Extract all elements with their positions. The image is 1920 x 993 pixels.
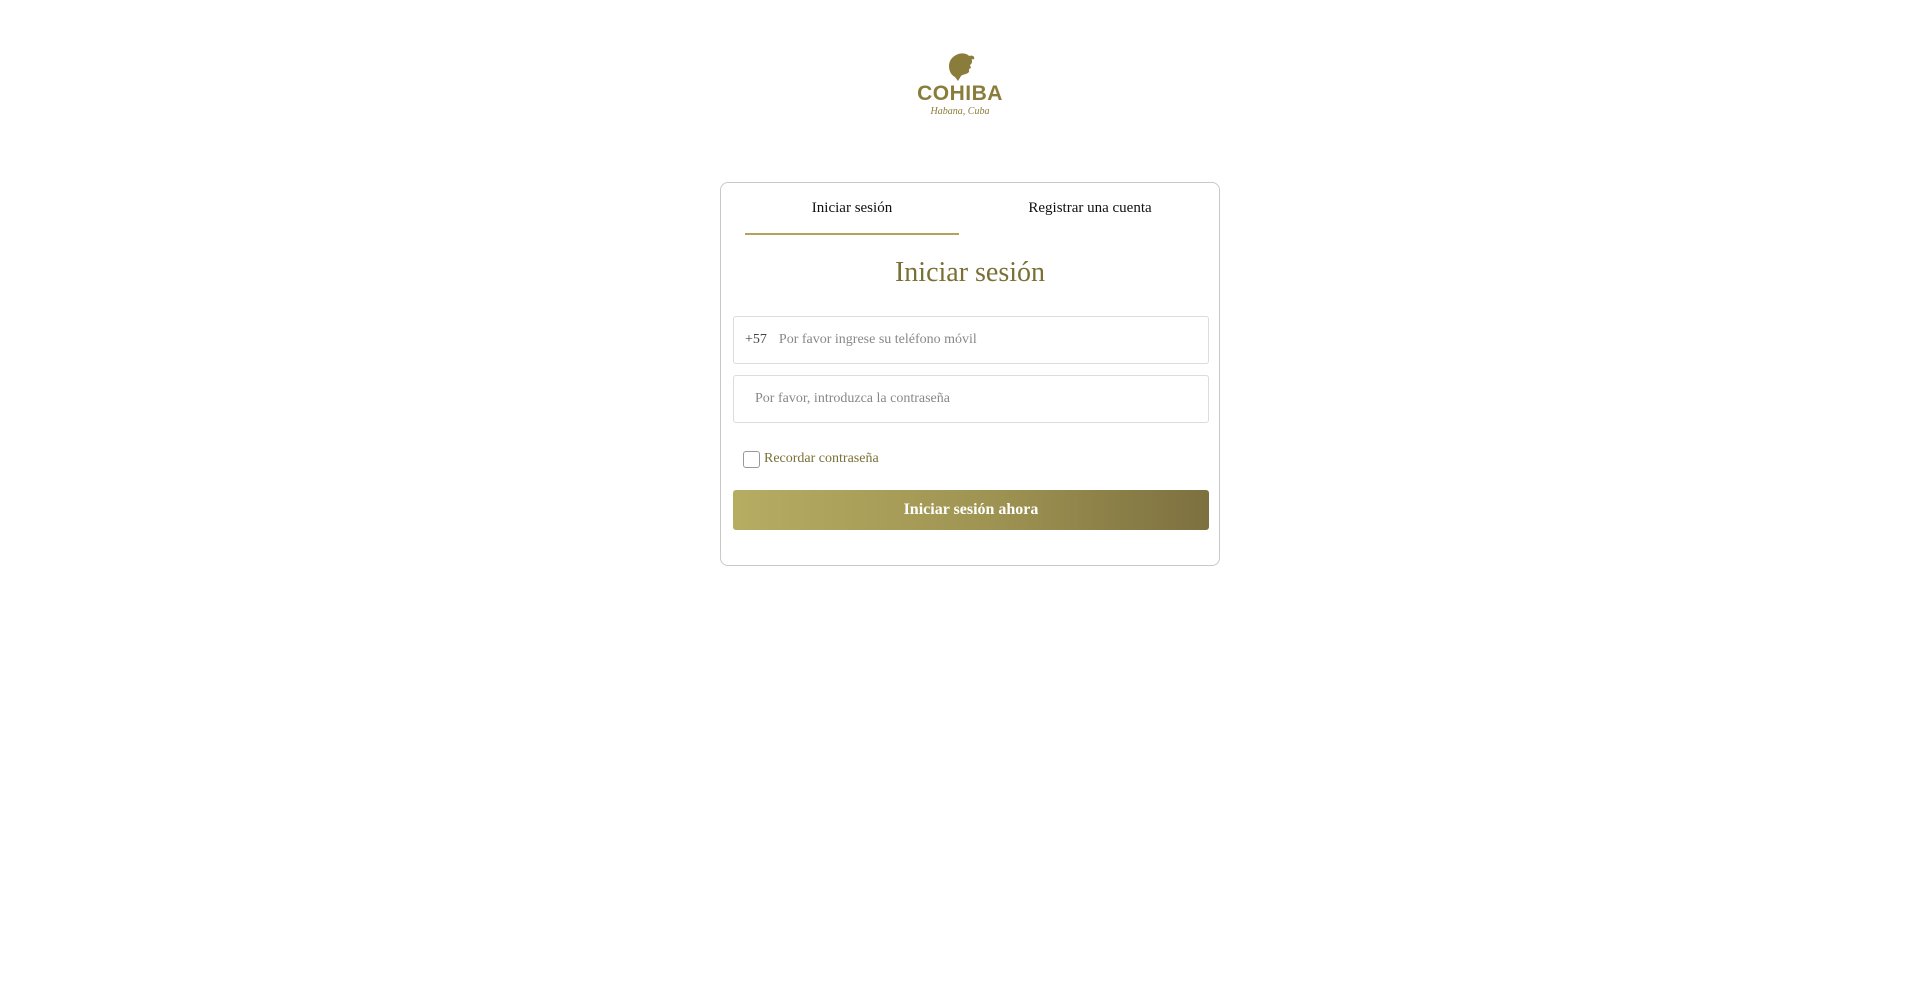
phone-input[interactable]: [776, 316, 1208, 364]
login-submit-button[interactable]: Iniciar sesión ahora: [733, 490, 1209, 530]
country-code-prefix[interactable]: +57: [734, 332, 777, 348]
login-heading: Iniciar sesión: [894, 257, 1046, 288]
login-page: COHIBA Habana, Cuba Iniciar sesión Regis…: [0, 0, 1920, 993]
remember-password-option[interactable]: Recordar contraseña: [743, 449, 879, 469]
woman-head-silhouette-icon: [949, 53, 975, 81]
password-field: [733, 375, 1209, 423]
logo-brand-text: COHIBA: [917, 82, 1003, 105]
remember-password-checkbox[interactable]: [743, 450, 760, 468]
cohiba-logo: COHIBA Habana, Cuba: [910, 52, 1010, 130]
login-card: Iniciar sesión Registrar una cuenta Inic…: [720, 182, 1220, 566]
logo-subtitle-text: Habana, Cuba: [930, 106, 990, 117]
password-input[interactable]: [734, 375, 1208, 423]
phone-field: +57: [733, 316, 1209, 364]
auth-tabs: Iniciar sesión Registrar una cuenta: [745, 183, 1197, 235]
tab-login[interactable]: Iniciar sesión: [745, 183, 959, 235]
tab-register[interactable]: Registrar una cuenta: [983, 183, 1197, 235]
remember-password-label: Recordar contraseña: [764, 451, 879, 466]
